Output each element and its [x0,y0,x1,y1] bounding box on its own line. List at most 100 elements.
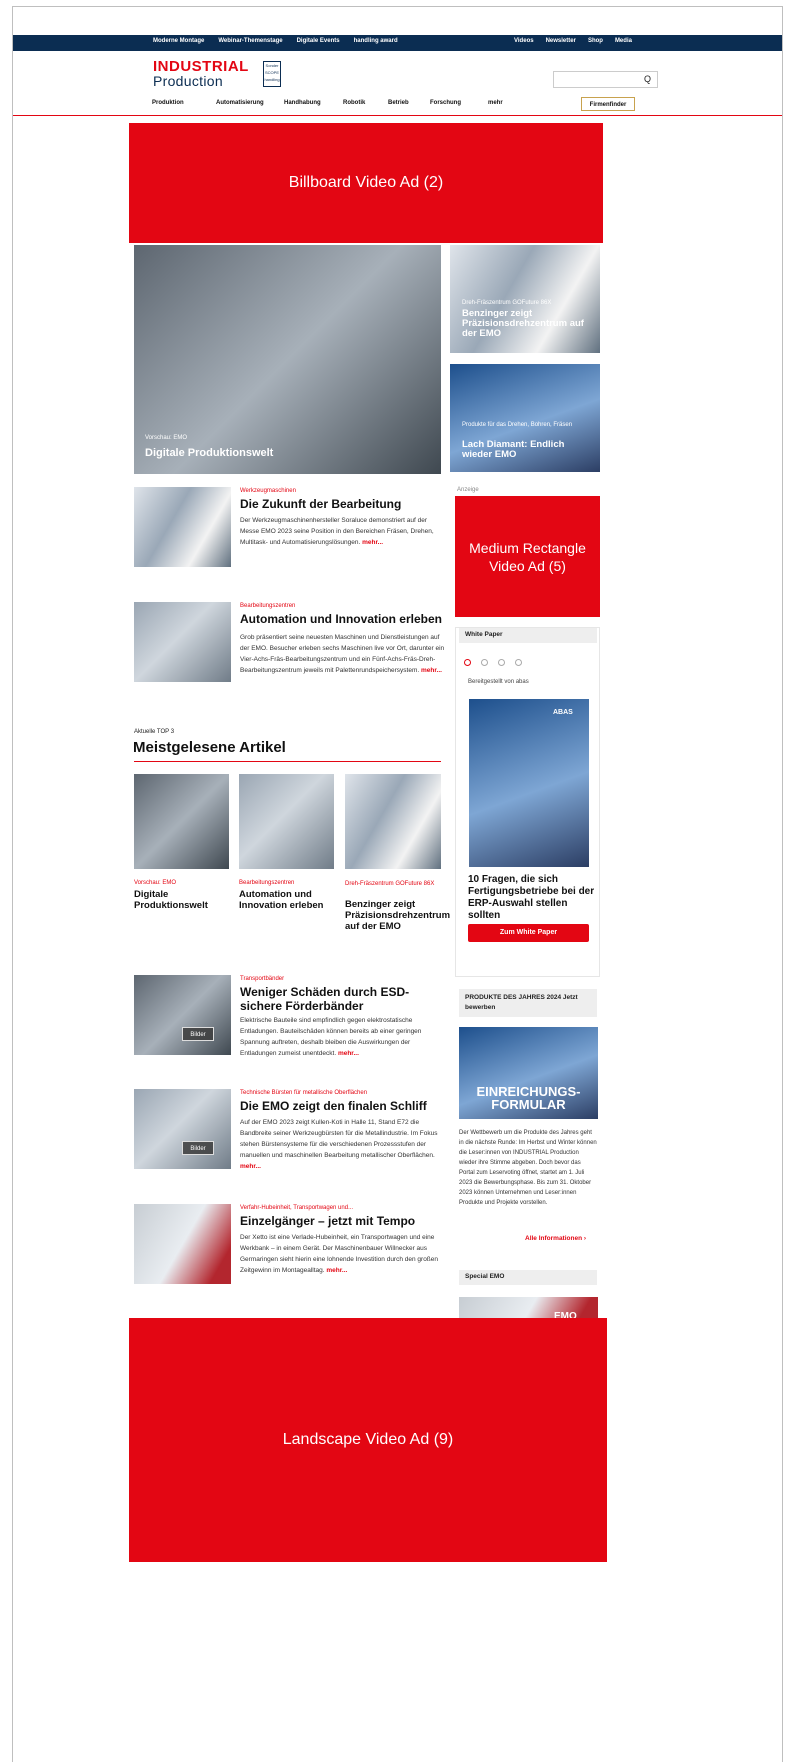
top-links: Moderne Montage Webinar-Themenstage Digi… [153,38,398,44]
article-title[interactable]: Die Zukunft der Bearbeitung [240,497,445,511]
produkte-link[interactable]: Alle Informationen › [525,1235,586,1242]
article-text: Der Xetto ist eine Verlade-Hubeinheit, e… [240,1232,445,1276]
search-icon[interactable]: Q [644,74,651,84]
hero-side2-image[interactable]: Produkte für das Drehen, Bohren, Fräsen … [450,364,600,472]
top3-divider [134,761,441,762]
hero-main-image[interactable]: Vorschau: EMO Digitale Produktionswelt [134,245,441,474]
ad-label: Anzeige [457,487,479,493]
search-input[interactable]: Q [553,71,658,88]
logo-badge: Sonder SCOPE handling [263,61,281,87]
top3-item-title[interactable]: Digitale Produktionswelt [134,889,229,911]
article-text: Grob präsentiert seine neuesten Maschine… [240,632,445,676]
top-right-links: Videos Newsletter Shop Media [514,38,632,44]
nav-item-mehr[interactable]: mehr [488,100,518,106]
whitepaper-title[interactable]: 10 Fragen, die sich Fertigungsbetriebe b… [468,874,596,922]
logo-line2: Production [153,73,223,89]
whitepaper-head: White Paper [459,628,597,643]
chevron-right-icon: › [583,1235,587,1242]
article-kicker: Verfahr-Hubeinheit, Transportwagen und..… [240,1205,354,1211]
article-text-body: Grob präsentiert seine neuesten Maschine… [240,634,445,674]
nav-item-automatisierung[interactable]: Automatisierung [216,100,284,106]
top3-kicker: Vorschau: EMO [134,880,177,886]
firmenfinder-button[interactable]: Firmenfinder [581,97,635,111]
page-frame: Moderne Montage Webinar-Themenstage Digi… [12,6,783,1762]
article-image[interactable]: Bilder [134,1089,231,1169]
whitepaper-brand: ABAS [553,709,573,716]
nav-item-produktion[interactable]: Produktion [152,100,216,106]
hero-side2-title[interactable]: Lach Diamant: Endlich wieder EMO [462,440,592,460]
billboard-ad-label: Billboard Video Ad (2) [288,174,444,191]
top-link[interactable]: Moderne Montage [153,38,204,44]
article-title[interactable]: Die EMO zeigt den finalen Schliff [240,1099,445,1113]
more-link[interactable]: mehr... [326,1267,347,1274]
bilder-badge[interactable]: Bilder [182,1141,214,1155]
article-text-body: Der Werkzeugmaschinenhersteller Soraluce… [240,517,434,546]
article-image[interactable]: Bilder [134,975,231,1055]
article-text-body: Auf der EMO 2023 zeigt Kullen-Koti in Ha… [240,1119,438,1159]
produkte-banner[interactable]: EINREICHUNGS-FORMULAR [459,1027,598,1119]
hero-main-kicker: Vorschau: EMO [145,435,188,441]
produkte-banner-text: EINREICHUNGS-FORMULAR [476,1084,581,1112]
article-title[interactable]: Automation und Innovation erleben [240,612,445,626]
logo-line1: INDUSTRIAL [153,58,249,75]
article-image[interactable] [134,1204,231,1284]
carousel-dots: 1 2 3 4 [464,659,522,666]
whitepaper-provided: Bereitgestellt von abas [468,679,529,685]
whitepaper-cover[interactable]: ABAS [469,699,589,867]
hero-side2-kicker: Produkte für das Drehen, Bohren, Fräsen [462,422,573,428]
article-title[interactable]: Einzelgänger – jetzt mit Tempo [240,1214,445,1228]
more-link[interactable]: mehr... [338,1050,359,1057]
article-text: Auf der EMO 2023 zeigt Kullen-Koti in Ha… [240,1117,445,1172]
top3-kicker: Bearbeitungszentren [239,880,295,886]
top-link[interactable]: handling award [354,38,398,44]
nav-divider [13,115,782,116]
nav-item-forschung[interactable]: Forschung [430,100,488,106]
top-link-newsletter[interactable]: Newsletter [546,38,576,44]
landscape-ad[interactable]: Landscape Video Ad (9) [129,1318,607,1562]
main-nav: Produktion Automatisierung Handhabung Ro… [152,100,518,106]
nav-item-betrieb[interactable]: Betrieb [388,100,430,106]
top-link-videos[interactable]: Videos [514,38,534,44]
hero-side1-image[interactable]: Dreh-Fräszentrum GOFuture 86X Benzinger … [450,245,600,353]
article-image[interactable] [134,602,231,682]
nav-item-robotik[interactable]: Robotik [343,100,388,106]
medium-rectangle-ad[interactable]: Medium Rectangle Video Ad (5) [455,496,600,617]
site-logo[interactable]: INDUSTRIAL Production Sonder SCOPE handl… [153,58,281,89]
top-link-shop[interactable]: Shop [588,38,603,44]
article-kicker: Transportbänder [240,976,285,982]
produkte-link-label: Alle Informationen [525,1235,583,1242]
billboard-ad[interactable]: Billboard Video Ad (2) [129,123,603,243]
top3-item-title[interactable]: Benzinger zeigt Präzisionsdrehzentrum au… [345,899,450,932]
nav-item-handhabung[interactable]: Handhabung [284,100,343,106]
carousel-dot[interactable]: 4 [515,659,522,666]
more-link[interactable]: mehr... [240,1163,261,1170]
carousel-dot[interactable]: 2 [481,659,488,666]
produkte-head: PRODUKTE DES JAHRES 2024 Jetzt bewerben [459,989,597,1017]
top3-kicker: Dreh-Fräszentrum GOFuture 86X [345,881,435,887]
top3-item-title[interactable]: Automation und Innovation erleben [239,889,334,911]
top3-image[interactable] [345,774,441,869]
article-text-body: Elektrische Bauteile sind empfindlich ge… [240,1017,422,1057]
more-link[interactable]: mehr... [362,539,383,546]
article-text: Elektrische Bauteile sind empfindlich ge… [240,1015,445,1059]
top-link-media[interactable]: Media [615,38,632,44]
top-link[interactable]: Digitale Events [297,38,340,44]
bilder-badge[interactable]: Bilder [182,1027,214,1041]
top3-image[interactable] [134,774,229,869]
carousel-dot[interactable]: 3 [498,659,505,666]
hero-side1-kicker: Dreh-Fräszentrum GOFuture 86X [462,300,552,306]
top3-image[interactable] [239,774,334,869]
hero-main-title[interactable]: Digitale Produktionswelt [145,447,273,459]
article-title[interactable]: Weniger Schäden durch ESD-sichere Förder… [240,985,445,1013]
special-head: Special EMO [459,1270,597,1285]
top3-title: Meistgelesene Artikel [133,739,286,756]
article-kicker: Bearbeitungszentren [240,603,296,609]
top-bar: Moderne Montage Webinar-Themenstage Digi… [13,35,782,51]
top-link[interactable]: Webinar-Themenstage [218,38,282,44]
more-link[interactable]: mehr... [421,667,442,674]
whitepaper-button[interactable]: Zum White Paper [468,924,589,942]
carousel-dot[interactable]: 1 [464,659,471,666]
hero-side1-title[interactable]: Benzinger zeigt Präzisionsdrehzentrum au… [462,309,594,339]
article-image[interactable] [134,487,231,567]
article-kicker: Technische Bürsten für metallische Oberf… [240,1090,368,1096]
